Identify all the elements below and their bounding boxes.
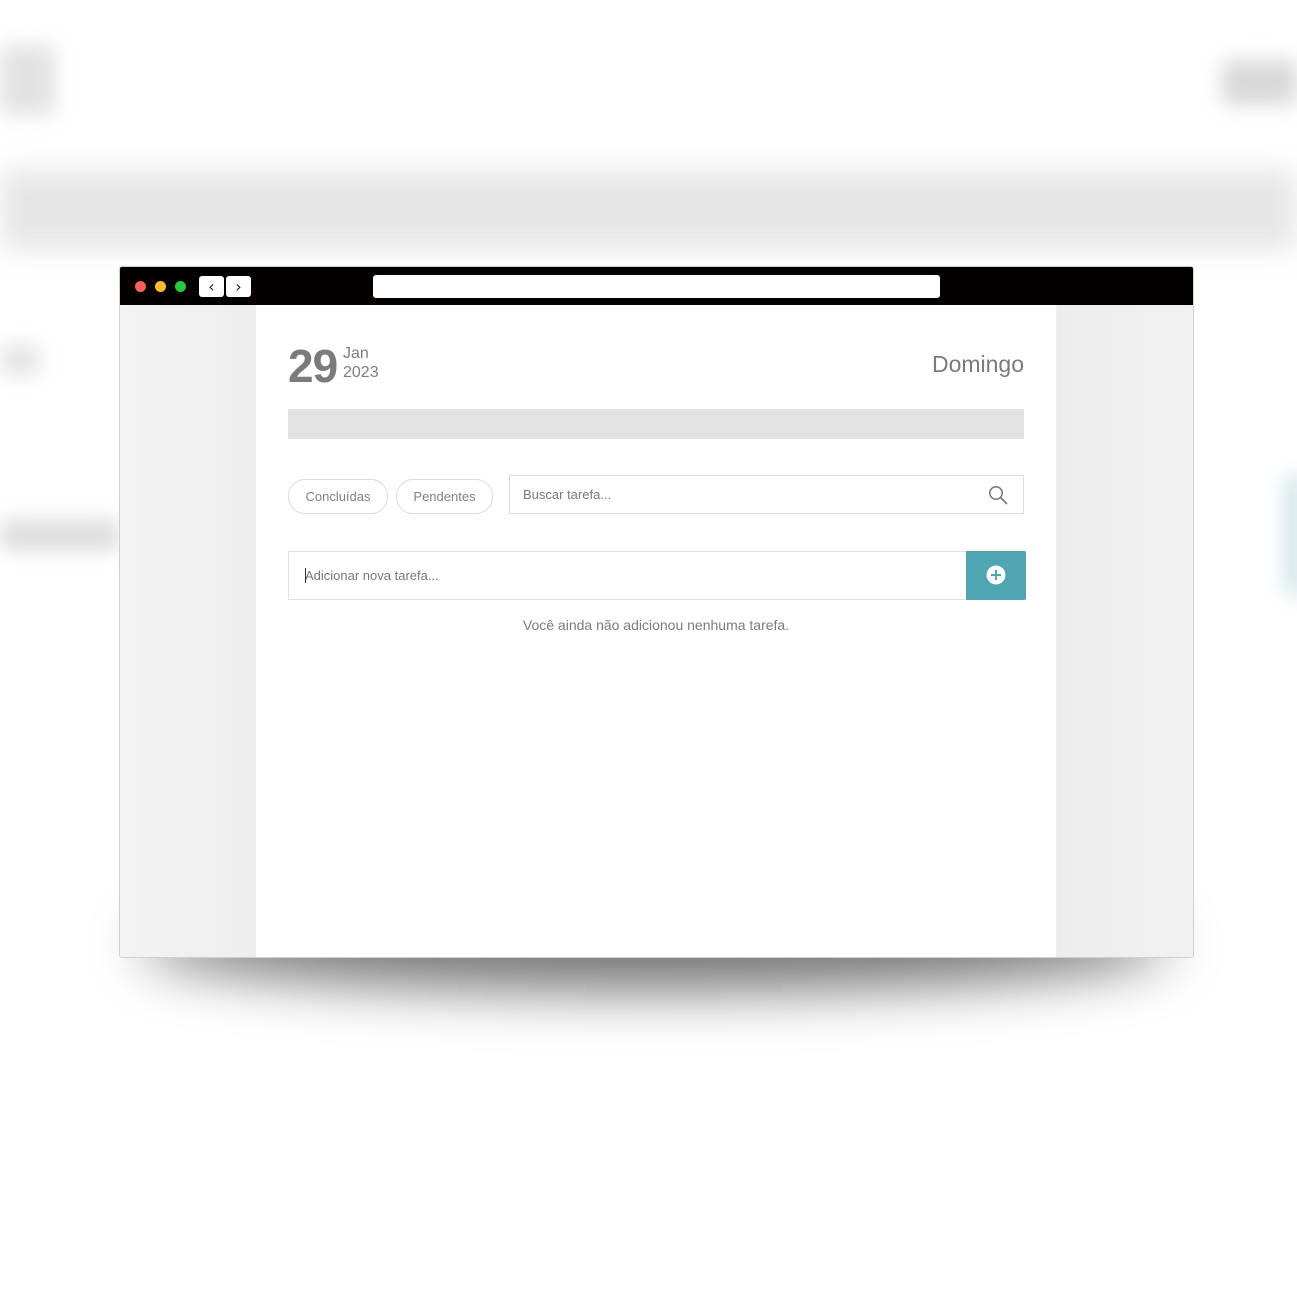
- empty-tasks-message: Você ainda não adicionou nenhuma tarefa.: [522, 617, 790, 633]
- forward-button[interactable]: ›: [226, 276, 251, 297]
- search-icon[interactable]: [988, 485, 1008, 505]
- background-blur-shape: [0, 345, 40, 375]
- day-number: 29: [288, 340, 338, 392]
- new-task-input[interactable]: [305, 552, 945, 599]
- browser-viewport: 29 Jan 2023 Domingo Concluídas Pendentes: [120, 305, 1193, 957]
- year-label: 2023: [343, 364, 379, 381]
- background-blur-shape: [0, 45, 55, 115]
- background-band: [0, 170, 1297, 250]
- browser-titlebar: ‹ ›: [120, 267, 1193, 305]
- todo-app: 29 Jan 2023 Domingo Concluídas Pendentes: [256, 305, 1056, 957]
- chevron-right-icon: ›: [235, 277, 242, 296]
- text-caret: [305, 568, 306, 583]
- close-window-button[interactable]: [135, 281, 146, 292]
- new-task-form: [288, 551, 1026, 600]
- plus-circle-icon: [986, 565, 1006, 585]
- month-label: Jan: [343, 345, 369, 362]
- search-box: [509, 475, 1024, 514]
- chevron-left-icon: ‹: [208, 277, 215, 296]
- back-button[interactable]: ‹: [199, 276, 224, 297]
- maximize-window-button[interactable]: [175, 281, 186, 292]
- page-gutter-right: [1057, 305, 1193, 957]
- progress-bar: [288, 409, 1024, 439]
- browser-window: ‹ › 29 Jan 2023 Domingo Concluídas Pende…: [119, 266, 1194, 958]
- background-blur-shape: [1285, 475, 1297, 595]
- page-gutter-left: [120, 305, 256, 957]
- background-blur-shape: [0, 520, 120, 550]
- address-bar[interactable]: [373, 275, 940, 298]
- background-blur-shape: [1222, 60, 1297, 105]
- weekday-label: Domingo: [931, 351, 1024, 377]
- search-input[interactable]: [523, 476, 973, 513]
- filter-completed-button[interactable]: Concluídas: [288, 479, 388, 514]
- filter-pending-button[interactable]: Pendentes: [396, 479, 493, 514]
- minimize-window-button[interactable]: [155, 281, 166, 292]
- add-task-button[interactable]: [966, 551, 1026, 600]
